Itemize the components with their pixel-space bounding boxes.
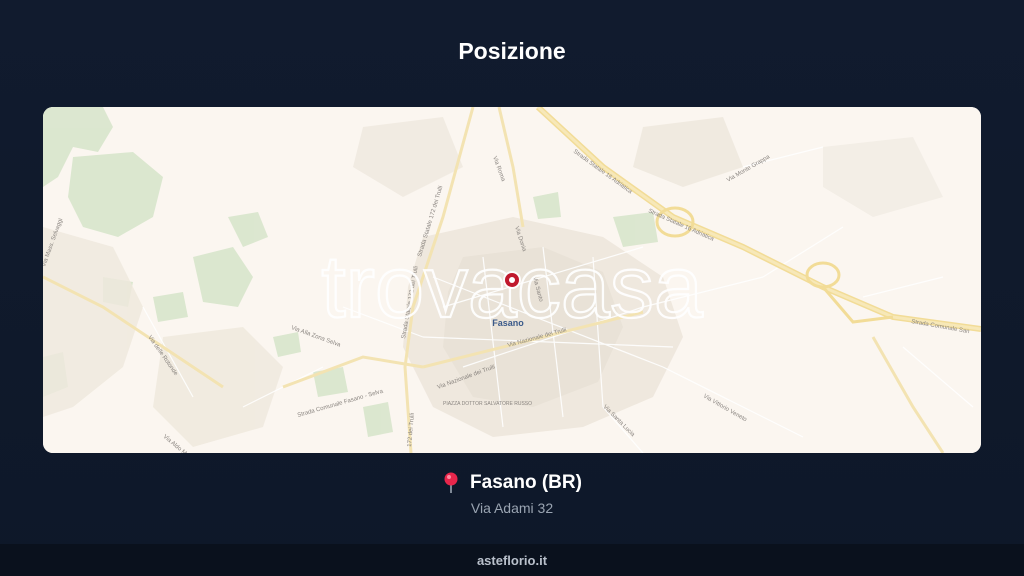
pin-icon [444, 472, 458, 493]
page-title: Posizione [458, 38, 566, 64]
map-view[interactable]: Strada Statale 16 Adriatica Strada Stata… [43, 107, 981, 453]
city-label: Fasano [492, 318, 524, 328]
footer-site-link[interactable]: asteflorio.it [477, 553, 547, 568]
location-name: Fasano (BR) [470, 472, 582, 493]
footer: asteflorio.it [0, 544, 1024, 576]
location-marker[interactable] [503, 271, 521, 289]
map-canvas[interactable]: Strada Statale 16 Adriatica Strada Stata… [43, 107, 981, 453]
location-header: Fasano (BR) [0, 472, 1024, 494]
location-address: Via Adami 32 [470, 500, 554, 516]
road-label: PIAZZA DOTTOR SALVATORE RUSSO [443, 401, 532, 407]
